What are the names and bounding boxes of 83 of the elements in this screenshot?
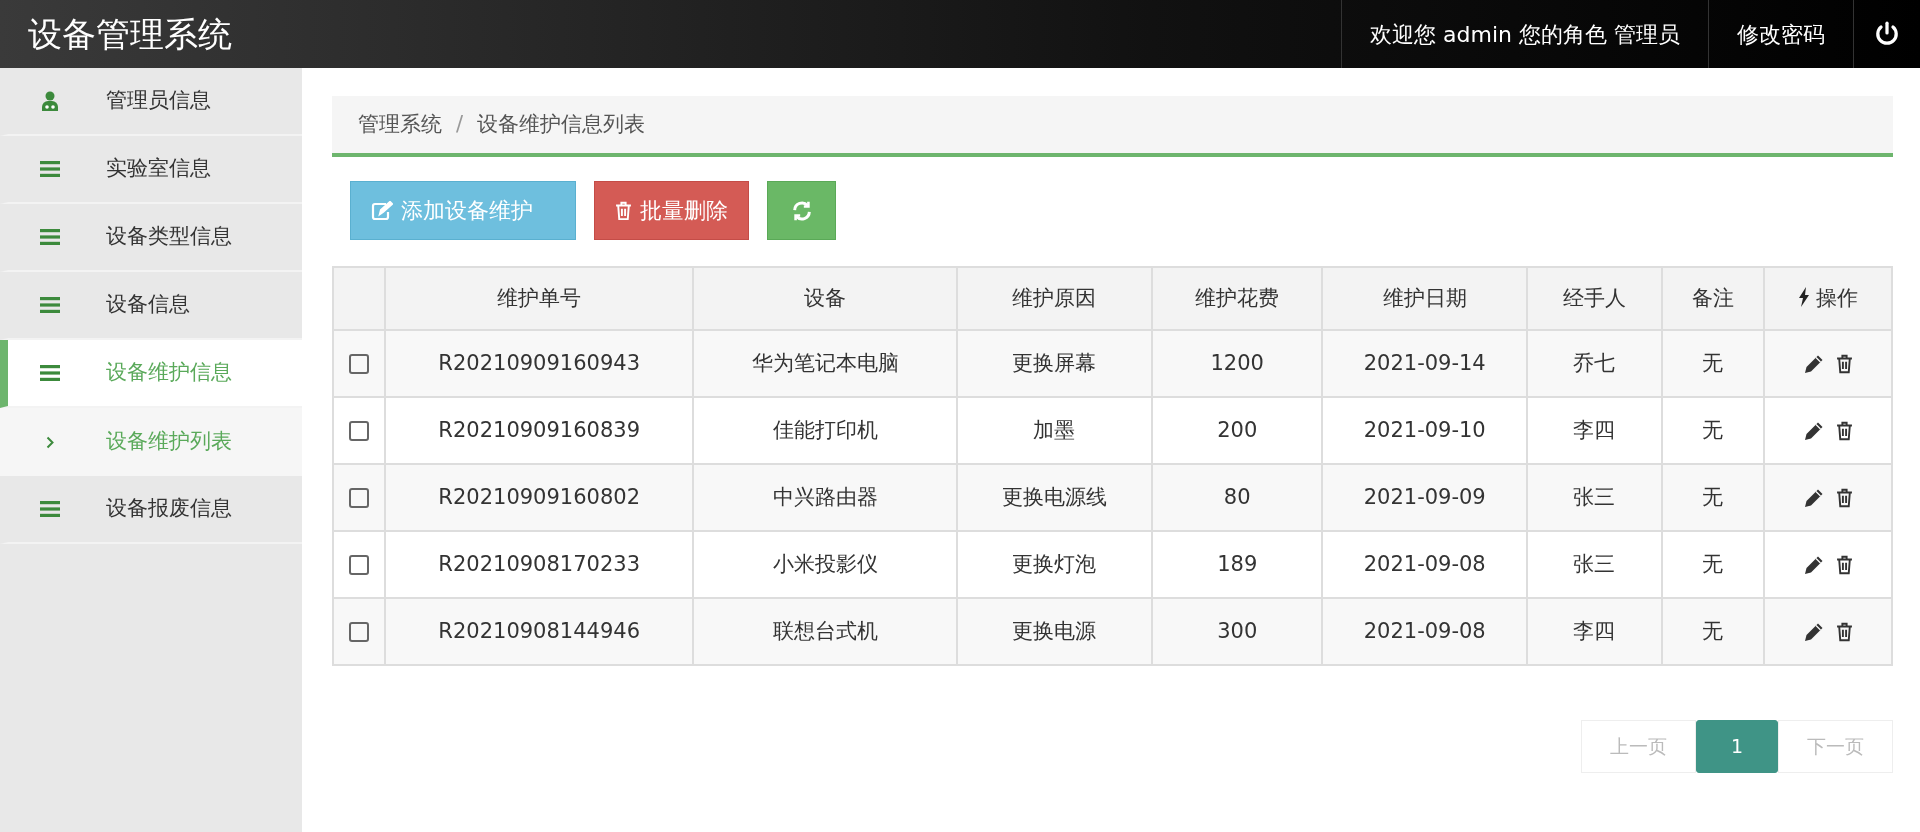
row-checkbox[interactable]: [348, 420, 369, 441]
power-icon: [1874, 21, 1900, 47]
table-cell: 200: [1217, 417, 1258, 442]
table-cell: 无: [1702, 551, 1724, 576]
table-cell: 佳能打印机: [772, 417, 878, 442]
refresh-button[interactable]: [767, 181, 836, 240]
table-cell: 无: [1702, 417, 1724, 442]
row-checkbox[interactable]: [348, 487, 369, 508]
table-cell: 乔七: [1573, 350, 1616, 375]
table-cell: 2021-09-08: [1363, 618, 1486, 643]
column-header: 操作: [1798, 285, 1859, 310]
table-cell: 李四: [1573, 417, 1616, 442]
menu-icon: [40, 161, 60, 177]
table-cell: 张三: [1573, 484, 1616, 509]
batch-delete-button[interactable]: 批量删除: [594, 181, 749, 240]
table-cell: 更换屏幕: [1012, 350, 1097, 375]
table-cell: 无: [1702, 350, 1724, 375]
breadcrumb-separator: /: [456, 110, 464, 138]
table-cell: 更换灯泡: [1012, 551, 1097, 576]
table-cell: 300: [1217, 618, 1258, 643]
change-password-link[interactable]: 修改密码: [1708, 0, 1853, 68]
table-cell: 更换电源线: [1001, 484, 1107, 509]
pencil-icon: [1803, 621, 1824, 642]
column-header: 维护单号: [497, 285, 582, 310]
row-checkbox[interactable]: [348, 621, 369, 642]
pencil-icon: [1803, 420, 1824, 441]
column-header: 维护花费: [1195, 285, 1280, 310]
pencil-icon: [1803, 487, 1824, 508]
table-cell: 无: [1702, 618, 1724, 643]
trash-icon: [1835, 487, 1853, 508]
trash-icon: [1835, 420, 1853, 441]
column-header: 维护原因: [1012, 285, 1097, 310]
chevron-icon: [46, 435, 54, 449]
refresh-icon: [790, 199, 813, 222]
table-cell: R20210909160802: [438, 484, 640, 509]
menu-icon: [40, 229, 60, 245]
table-cell: 张三: [1573, 551, 1616, 576]
pencil-icon: [1803, 554, 1824, 575]
trash-icon: [615, 200, 632, 221]
trash-icon: [1835, 353, 1853, 374]
table-cell: 李四: [1573, 618, 1616, 643]
table-cell: R20210908170233: [438, 551, 640, 576]
welcome-text: 欢迎您 admin 您的角色 管理员: [1341, 0, 1708, 68]
table-cell: 2021-09-14: [1363, 350, 1486, 375]
column-header: 设备: [804, 285, 847, 310]
edit-icon: [371, 200, 393, 221]
user-icon: [41, 91, 59, 111]
table-cell: 华为笔记本电脑: [751, 350, 899, 375]
trash-icon: [1835, 554, 1853, 575]
page-button[interactable]: 1: [1695, 720, 1778, 773]
row-checkbox[interactable]: [348, 353, 369, 374]
table-cell: 联想台式机: [772, 618, 878, 643]
trash-icon: [1835, 621, 1853, 642]
column-header: 经手人: [1562, 285, 1626, 310]
app-title: 设备管理系统: [27, 12, 233, 56]
table-cell: 无: [1702, 484, 1724, 509]
sidebar-item[interactable]: 设备报废信息: [0, 476, 302, 544]
table-cell: 更换电源: [1012, 618, 1097, 643]
table-cell: R20210909160943: [438, 350, 640, 375]
table-cell: 1200: [1210, 350, 1264, 375]
table-cell: 189: [1217, 551, 1258, 576]
table-cell: 2021-09-08: [1363, 551, 1486, 576]
lightning-icon: [1798, 286, 1811, 307]
table-cell: 中兴路由器: [772, 484, 878, 509]
table-cell: 80: [1223, 484, 1251, 509]
sidebar-item[interactable]: 管理员信息: [0, 68, 302, 136]
table-cell: 2021-09-09: [1363, 484, 1486, 509]
table-cell: 加墨: [1033, 417, 1076, 442]
column-header: 维护日期: [1382, 285, 1467, 310]
menu-icon: [40, 297, 60, 313]
table-cell: 小米投影仪: [772, 551, 878, 576]
menu-icon: [40, 501, 60, 517]
menu-icon: [40, 365, 60, 381]
sidebar-item[interactable]: 设备类型信息: [0, 204, 302, 272]
pencil-icon: [1803, 353, 1824, 374]
table-cell: 2021-09-10: [1363, 417, 1486, 442]
sidebar-item[interactable]: 实验室信息: [0, 136, 302, 204]
row-checkbox[interactable]: [348, 554, 369, 575]
breadcrumb-item[interactable]: 管理系统: [358, 108, 442, 141]
column-header: 备注: [1691, 285, 1734, 310]
table-cell: R20210909160839: [438, 417, 640, 442]
breadcrumb-item: 设备维护信息列表: [477, 110, 646, 138]
table-cell: R20210908144946: [438, 618, 640, 643]
